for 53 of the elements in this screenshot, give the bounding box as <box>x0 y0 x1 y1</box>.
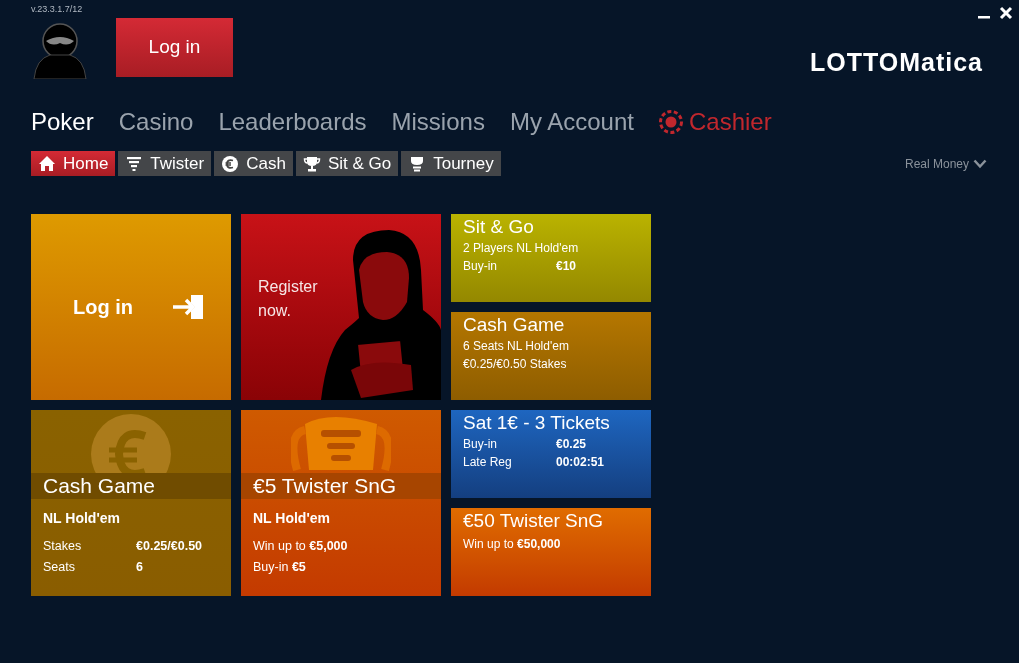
sub-tab[interactable]: Cash <box>214 151 293 176</box>
tile-title: €50 Twister SnG <box>463 509 605 533</box>
funnel-lines-icon <box>125 154 144 173</box>
row-value: €10 <box>556 258 577 275</box>
row-value: €0.25 <box>556 436 587 453</box>
card-text: Win up to €5,000 <box>253 538 349 555</box>
money-mode-dropdown[interactable]: Real Money <box>904 155 987 173</box>
game-card[interactable]: €5 Twister SnG NL Hold'em Win up to €5,000 Buy-in €5 <box>241 410 441 596</box>
row-value: 6 <box>136 559 143 576</box>
row-label: Seats <box>43 559 76 576</box>
game-tile[interactable]: Cash Game 6 Seats NL Hold'em €0.25/€0.50 Stakes <box>451 312 651 400</box>
row-label: Late Reg <box>463 454 513 471</box>
sub-tab[interactable]: Twister <box>118 151 212 176</box>
sub-tab[interactable]: Home <box>31 151 116 176</box>
login-button[interactable]: Log in <box>116 18 233 77</box>
nav-tab[interactable]: Casino <box>118 104 194 140</box>
nav-tab[interactable]: My Account <box>509 104 634 140</box>
card-subtitle: NL Hold'em <box>43 509 121 528</box>
tile-title: Sit & Go <box>463 215 535 239</box>
row-label: Stakes <box>43 538 83 555</box>
version-label: v.23.3.1.7/12 <box>31 3 83 16</box>
chevron-down-icon <box>973 159 987 169</box>
nav-tab[interactable]: Leaderboards <box>218 104 367 140</box>
close-icon[interactable] <box>999 6 1013 20</box>
sub-tab[interactable]: Tourney <box>401 151 501 176</box>
game-tile[interactable]: €50 Twister SnG Win up to €50,000 <box>451 508 651 596</box>
nav-tab[interactable]: Poker <box>31 104 94 140</box>
row-value: €0.25/€0.50 <box>136 538 203 555</box>
row-label: Buy-in <box>463 258 498 275</box>
tile-text: €0.25/€0.50 Stakes <box>463 356 568 373</box>
sign-in-arrow-icon <box>173 295 205 319</box>
nav-tab[interactable]: Missions <box>391 104 485 140</box>
register-banner[interactable]: Register now. <box>241 214 441 400</box>
tile-text: 6 Seats NL Hold'em <box>463 338 570 355</box>
chip-icon <box>658 110 683 134</box>
brand-logo: LOTTOMatica <box>809 47 983 78</box>
card-text: Buy-in €5 <box>253 559 307 576</box>
tile-title: Sat 1€ - 3 Tickets <box>463 411 611 435</box>
sub-tab[interactable]: Sit & Go <box>295 151 399 176</box>
card-title: Cash Game <box>31 473 231 499</box>
trophy-icon <box>302 154 321 173</box>
game-card[interactable]: Cash Game NL Hold'em Stakes €0.25/€0.50 Seats 6 <box>31 410 231 596</box>
row-label: Buy-in <box>463 436 498 453</box>
register-text: Register now. <box>258 277 319 321</box>
card-subtitle: NL Hold'em <box>253 509 331 528</box>
euro-coin-icon <box>221 154 240 173</box>
row-value: 00:02:51 <box>556 454 605 471</box>
tile-title: Cash Game <box>463 313 566 337</box>
tile-text: 2 Players NL Hold'em <box>463 240 580 257</box>
tile-text: Win up to €50,000 <box>463 536 562 553</box>
game-tile[interactable]: Sat 1€ - 3 Tickets Buy-in €0.25 Late Reg 00:02:51 <box>451 410 651 498</box>
card-title: €5 Twister SnG <box>241 473 441 499</box>
house-icon <box>38 154 56 173</box>
